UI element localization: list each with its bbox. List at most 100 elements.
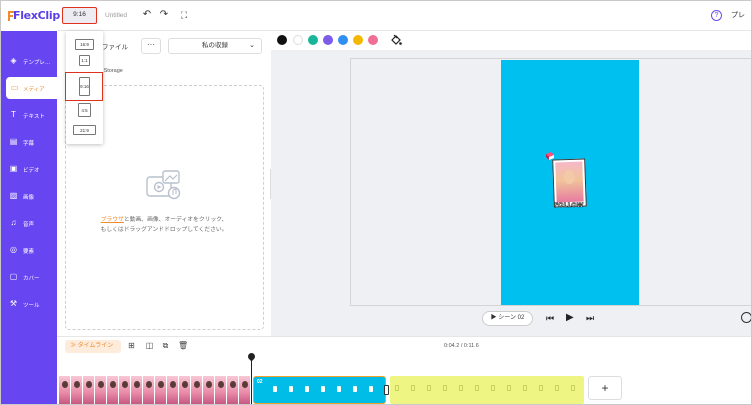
clip-thumbnail (143, 376, 155, 404)
color-swatch-blue[interactable] (338, 35, 348, 45)
clock-icon[interactable] (741, 312, 751, 323)
sidebar-item-cover[interactable]: ▢ カバー (1, 266, 57, 288)
cover-icon: ▢ (9, 272, 18, 281)
ratio-option-4-5[interactable]: 4:5 (78, 103, 91, 117)
sidebar-item-label: 画像 (23, 195, 35, 201)
playhead[interactable] (251, 357, 252, 404)
browse-link[interactable]: ブラウザ (101, 217, 124, 223)
clip-thumbnail (71, 376, 83, 404)
keyframe-marker (571, 385, 575, 391)
clip-thumbnail (215, 376, 227, 404)
sidebar-item-label: テンプレ… (23, 60, 51, 66)
top-bar: FlexClip 9:16 Untitled ↶ ↷ ⛶ ? プレ (1, 1, 751, 31)
clip-thumbnail (191, 376, 203, 404)
sidebar-item-media[interactable]: ▭ メディア (6, 77, 57, 99)
clip-thumbnail (119, 376, 131, 404)
keyframe-marker (353, 386, 357, 392)
keyframe-marker (337, 386, 341, 392)
keyframe-marker (475, 385, 479, 391)
skip-back-icon[interactable]: ⏮ (546, 313, 554, 323)
keyframe-marker (305, 386, 309, 392)
color-swatch-black[interactable] (277, 35, 287, 45)
delete-icon[interactable]: 🗑 (178, 341, 188, 350)
keyframe-marker (321, 386, 325, 392)
clip-thumbnail (203, 376, 215, 404)
preview-button[interactable]: プレ (731, 10, 745, 20)
logo[interactable]: FlexClip (1, 1, 60, 31)
timeline-toggle-label: タイムライン (77, 343, 114, 349)
help-icon[interactable]: ? (711, 10, 722, 21)
chevron-down-icon: ⌄ (249, 42, 255, 49)
sidebar-item-templates[interactable]: ◈ テンプレ… (1, 50, 57, 72)
clip-thumbnail (239, 376, 251, 404)
undo-icon[interactable]: ↶ (142, 10, 152, 20)
ratio-option-16-9[interactable]: 16:9 (75, 39, 94, 50)
keyframe-marker (539, 385, 543, 391)
color-swatch-pink[interactable] (368, 35, 378, 45)
subtitle-icon: ▤ (9, 137, 18, 146)
color-swatch-white[interactable] (293, 35, 303, 45)
ratio-option-21-9[interactable]: 21:9 (73, 125, 96, 135)
color-swatch-yellow[interactable] (353, 35, 363, 45)
portrait-image (555, 161, 584, 203)
add-scene-button[interactable]: + (588, 376, 622, 400)
keyframe-marker (289, 386, 293, 392)
timeline-toggle-button[interactable]: ≫ タイムライン (65, 340, 121, 353)
keyframe-marker (369, 386, 373, 392)
project-title[interactable]: Untitled (105, 12, 127, 19)
app-window: FlexClip 9:16 Untitled ↶ ↷ ⛶ ? プレ ◈ テンプレ… (0, 0, 752, 405)
media-folder-icon: ▭ (10, 83, 19, 92)
sidebar-item-text[interactable]: T テキスト (1, 104, 57, 126)
tools-icon: ⚒ (9, 299, 18, 308)
keyframe-marker (273, 386, 277, 392)
sidebar-item-label: 要素 (23, 249, 35, 255)
audio-icon: ♫ (10, 218, 17, 227)
sidebar-item-label: ビデオ (23, 168, 40, 174)
sidebar-item-video[interactable]: ▣ ビデオ (1, 158, 57, 180)
clip-thumbnail (179, 376, 191, 404)
clip-scene-01[interactable] (59, 376, 252, 404)
scene-button[interactable]: ▶ シーン 02 (482, 311, 533, 326)
color-swatch-purple[interactable] (323, 35, 333, 45)
duplicate-icon[interactable]: ⧉ (161, 341, 170, 350)
fullscreen-icon[interactable]: ⛶ (179, 10, 189, 20)
portrait-face (563, 169, 576, 185)
color-swatch-teal[interactable] (308, 35, 318, 45)
keyframe-marker (491, 385, 495, 391)
keyframe-marker (459, 385, 463, 391)
more-options-button[interactable]: ··· (141, 38, 161, 54)
clip-thumbnail (227, 376, 239, 404)
clip-thumbnail (107, 376, 119, 404)
keyframe-marker (523, 385, 527, 391)
play-icon[interactable]: ▶ (566, 313, 574, 323)
redo-icon[interactable]: ↷ (159, 10, 169, 20)
aspect-ratio-button[interactable]: 9:16 (62, 7, 97, 24)
paint-bucket-icon[interactable] (390, 34, 402, 46)
collection-select[interactable]: 私の収録 ⌄ (168, 38, 262, 54)
sidebar-item-elements[interactable]: ◎ 要素 (1, 239, 57, 261)
sidebar-item-subtitles[interactable]: ▤ 字幕 (1, 131, 57, 153)
split-icon[interactable]: ◫ (145, 341, 154, 350)
tab-files[interactable]: ファイル (102, 41, 128, 51)
elements-icon: ◎ (10, 245, 17, 254)
clip-scene-label: 02 (257, 379, 263, 385)
sidebar-item-label: 音声 (23, 222, 35, 228)
clip-thumbnail (59, 376, 71, 404)
ratio-option-1-1[interactable]: 1:1 (79, 55, 90, 66)
skip-forward-icon[interactable]: ⏭ (586, 313, 594, 323)
sidebar-item-audio[interactable]: ♫ 音声 (1, 212, 57, 234)
sidebar-item-tools[interactable]: ⚒ ツール (1, 293, 57, 315)
video-icon: ▣ (9, 164, 18, 173)
sidebar-item-label: ツール (23, 303, 40, 309)
clip-trim-handle[interactable] (384, 385, 389, 395)
selected-ratio-highlight (65, 72, 103, 101)
keyframe-marker (427, 385, 431, 391)
sidebar-item-label: カバー (23, 276, 40, 282)
sidebar-item-label: 字幕 (23, 141, 35, 147)
add-scene-icon[interactable]: ⊞ (127, 341, 136, 350)
sidebar-item-images[interactable]: ▨ 画像 (1, 185, 57, 207)
clip-thumbnail (155, 376, 167, 404)
time-display: 0:04.2 / 0:11.6 (444, 343, 479, 349)
photo-sticker[interactable] (552, 158, 587, 208)
follow-sticker-text[interactable]: FOLLOW (554, 202, 584, 210)
